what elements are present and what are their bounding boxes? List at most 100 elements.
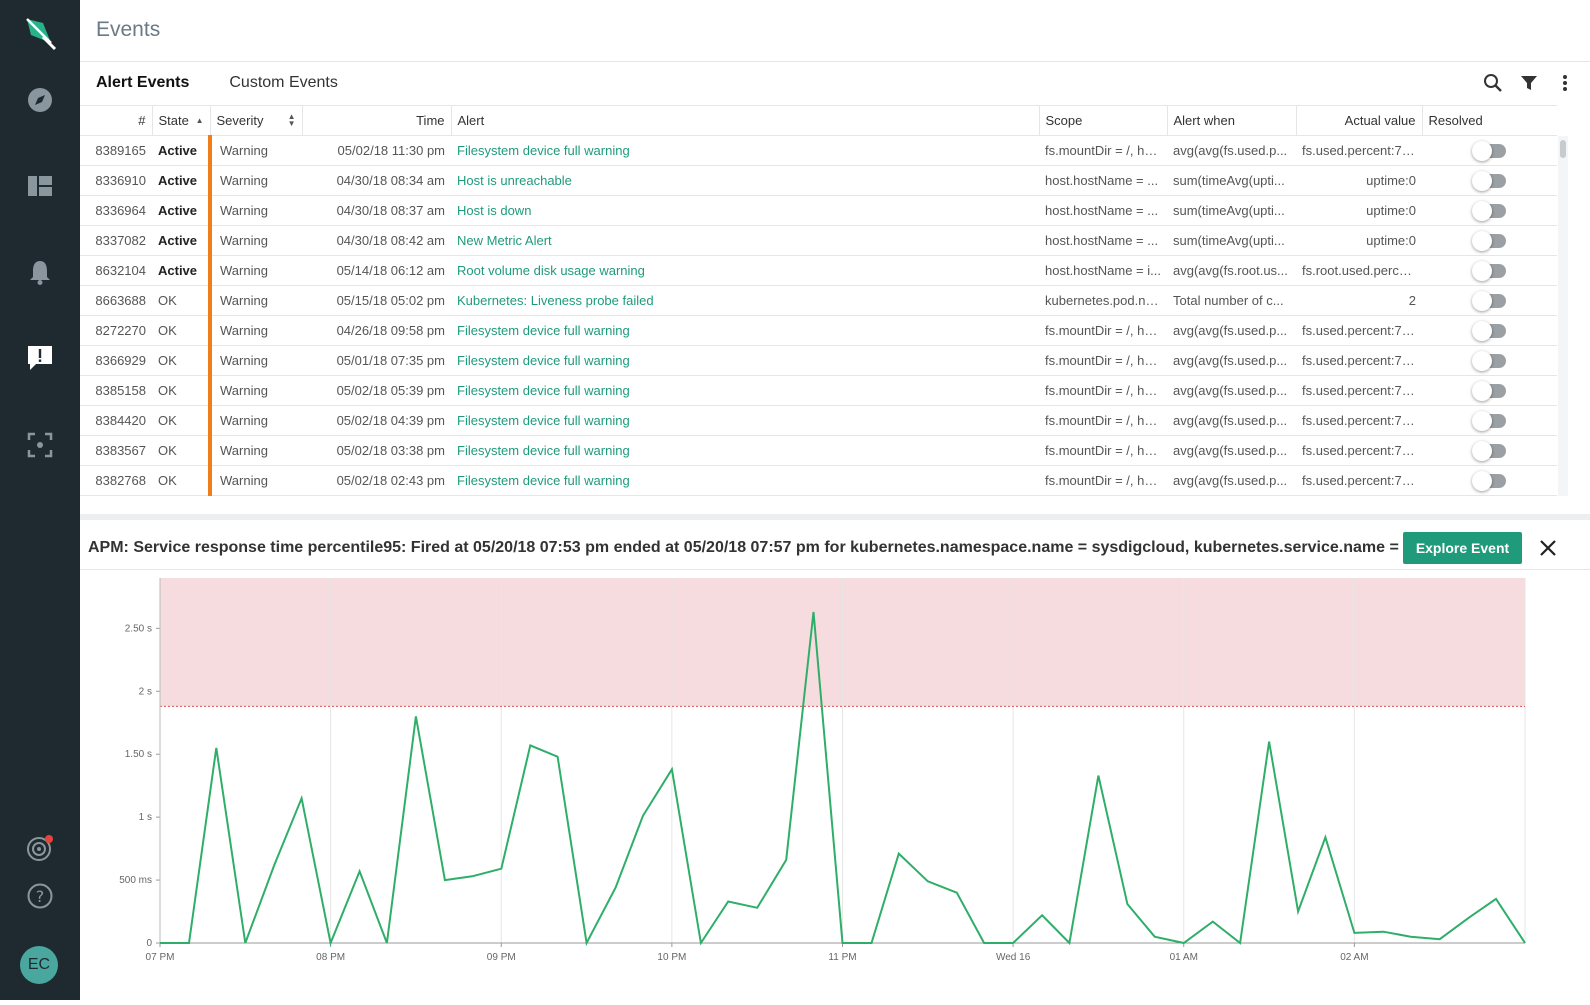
filter-icon[interactable] xyxy=(1518,72,1540,94)
explore-icon[interactable] xyxy=(20,80,60,120)
help-icon[interactable]: ? xyxy=(20,876,60,916)
event-detail-title: APM: Service response time percentile95:… xyxy=(88,539,1442,556)
resolved-toggle[interactable] xyxy=(1471,411,1506,432)
resolved-toggle[interactable] xyxy=(1471,261,1506,282)
resolved-toggle[interactable] xyxy=(1471,291,1506,312)
event-scope: fs.mountDir = /, ho... xyxy=(1039,135,1167,166)
event-alert-link[interactable]: Filesystem device full warning xyxy=(451,135,1039,166)
resolved-toggle[interactable] xyxy=(1471,321,1506,342)
event-severity: Warning xyxy=(208,225,302,256)
resolved-toggle[interactable] xyxy=(1471,471,1506,492)
event-scope: fs.mountDir = /, ho... xyxy=(1039,405,1167,436)
divider xyxy=(80,61,1590,62)
event-alert-link[interactable]: Filesystem device full warning xyxy=(451,465,1039,496)
resolved-toggle[interactable] xyxy=(1471,231,1506,252)
scrollbar-thumb[interactable] xyxy=(1560,140,1566,158)
y-tick-label: 2.50 s xyxy=(125,623,152,634)
pane-splitter[interactable] xyxy=(80,514,1590,520)
events-icon[interactable] xyxy=(20,338,60,378)
event-alert-link[interactable]: Host is unreachable xyxy=(451,165,1039,196)
resolved-toggle[interactable] xyxy=(1471,381,1506,402)
table-row[interactable]: 8385158 OK Warning 05/02/18 05:39 pm Filesys… xyxy=(80,375,1557,406)
event-id: 8663688 xyxy=(80,285,152,316)
tab-alert-events[interactable]: Alert Events xyxy=(96,74,189,92)
table-row[interactable]: 8382768 OK Warning 05/02/18 02:43 pm Filesys… xyxy=(80,465,1557,496)
event-alert-when: avg(avg(fs.used.p... xyxy=(1167,435,1296,466)
event-alert-link[interactable]: Root volume disk usage warning xyxy=(451,255,1039,286)
x-tick-label: Wed 16 xyxy=(996,952,1031,963)
dashboards-icon[interactable] xyxy=(20,166,60,206)
event-alert-link[interactable]: Kubernetes: Liveness probe failed xyxy=(451,285,1039,316)
table-row[interactable]: 8384420 OK Warning 05/02/18 04:39 pm Filesys… xyxy=(80,405,1557,436)
event-actual-value: fs.used.percent:75... xyxy=(1296,135,1422,166)
event-alert-link[interactable]: Filesystem device full warning xyxy=(451,345,1039,376)
column-header-actual-value[interactable]: Actual value xyxy=(1296,105,1423,136)
event-resolved xyxy=(1422,345,1557,376)
event-severity: Warning xyxy=(208,135,302,166)
spotlight-icon[interactable] xyxy=(20,828,60,868)
table-row[interactable]: 8366929 OK Warning 05/01/18 07:35 pm Filesys… xyxy=(80,345,1557,376)
table-row[interactable]: 8632104 Active Warning 05/14/18 06:12 am Roo… xyxy=(80,255,1557,286)
column-header-id[interactable]: # xyxy=(80,105,153,136)
search-icon[interactable] xyxy=(1482,72,1504,94)
event-actual-value: uptime:0 xyxy=(1296,195,1422,226)
logo-icon[interactable] xyxy=(20,12,60,52)
table-row[interactable]: 8383567 OK Warning 05/02/18 03:38 pm Filesys… xyxy=(80,435,1557,466)
event-resolved xyxy=(1422,465,1557,496)
event-time: 05/14/18 06:12 am xyxy=(302,255,451,286)
alerts-icon[interactable] xyxy=(20,252,60,292)
event-detail-header: APM: Service response time percentile95:… xyxy=(80,526,1590,570)
event-alert-link[interactable]: Filesystem device full warning xyxy=(451,375,1039,406)
event-scope: host.hostName = ... xyxy=(1039,195,1167,226)
event-alert-link[interactable]: New Metric Alert xyxy=(451,225,1039,256)
resolved-toggle[interactable] xyxy=(1471,201,1506,222)
event-state: OK xyxy=(152,405,210,436)
column-header-alert[interactable]: Alert xyxy=(451,105,1040,136)
event-id: 8383567 xyxy=(80,435,152,466)
resolved-toggle[interactable] xyxy=(1471,351,1506,372)
event-scope: fs.mountDir = /, ho... xyxy=(1039,435,1167,466)
table-row[interactable]: 8337082 Active Warning 04/30/18 08:42 am New… xyxy=(80,225,1557,256)
close-icon[interactable] xyxy=(1534,534,1562,562)
event-alert-link[interactable]: Filesystem device full warning xyxy=(451,405,1039,436)
event-alert-link[interactable]: Filesystem device full warning xyxy=(451,315,1039,346)
table-row[interactable]: 8272270 OK Warning 04/26/18 09:58 pm Filesys… xyxy=(80,315,1557,346)
sort-icon: ▲ ▼ xyxy=(287,112,296,128)
event-time: 05/02/18 02:43 pm xyxy=(302,465,451,496)
column-header-scope[interactable]: Scope xyxy=(1039,105,1168,136)
event-alert-when: sum(timeAvg(upti... xyxy=(1167,195,1296,226)
event-state: OK xyxy=(152,285,210,316)
resolved-toggle[interactable] xyxy=(1471,441,1506,462)
event-actual-value: fs.used.percent:75... xyxy=(1296,405,1422,436)
resolved-toggle[interactable] xyxy=(1471,171,1506,192)
capture-icon[interactable] xyxy=(20,425,60,465)
explore-event-button[interactable]: Explore Event xyxy=(1403,532,1522,564)
event-alert-link[interactable]: Host is down xyxy=(451,195,1039,226)
event-severity: Warning xyxy=(208,435,302,466)
column-header-resolved[interactable]: Resolved xyxy=(1422,105,1557,136)
event-alert-link[interactable]: Filesystem device full warning xyxy=(451,435,1039,466)
table-row[interactable]: 8336964 Active Warning 04/30/18 08:37 am Hos… xyxy=(80,195,1557,226)
tab-custom-events[interactable]: Custom Events xyxy=(229,74,337,92)
event-id: 8389165 xyxy=(80,135,152,166)
event-actual-value: uptime:0 xyxy=(1296,165,1422,196)
column-header-time[interactable]: Time xyxy=(302,105,452,136)
event-severity: Warning xyxy=(208,285,302,316)
event-actual-value: fs.used.percent:75... xyxy=(1296,375,1422,406)
table-row[interactable]: 8389165 Active Warning 05/02/18 11:30 pm Fil… xyxy=(80,135,1557,166)
event-time: 05/02/18 03:38 pm xyxy=(302,435,451,466)
table-scrollbar[interactable] xyxy=(1558,136,1568,496)
table-row[interactable]: 8663688 OK Warning 05/15/18 05:02 pm Kuberne… xyxy=(80,285,1557,316)
resolved-toggle[interactable] xyxy=(1471,141,1506,162)
sort-asc-icon: ▲ xyxy=(195,116,204,125)
event-time: 05/02/18 05:39 pm xyxy=(302,375,451,406)
avatar[interactable]: EC xyxy=(20,946,58,984)
event-state: OK xyxy=(152,345,210,376)
column-header-alert-when[interactable]: Alert when xyxy=(1167,105,1297,136)
more-options-icon[interactable] xyxy=(1554,72,1576,94)
column-header-severity[interactable]: Severity ▲ ▼ xyxy=(210,105,303,136)
event-actual-value: fs.used.percent:75... xyxy=(1296,315,1422,346)
event-alert-when: sum(timeAvg(upti... xyxy=(1167,225,1296,256)
table-row[interactable]: 8336910 Active Warning 04/30/18 08:34 am Hos… xyxy=(80,165,1557,196)
column-header-state[interactable]: State ▲ xyxy=(152,105,211,136)
